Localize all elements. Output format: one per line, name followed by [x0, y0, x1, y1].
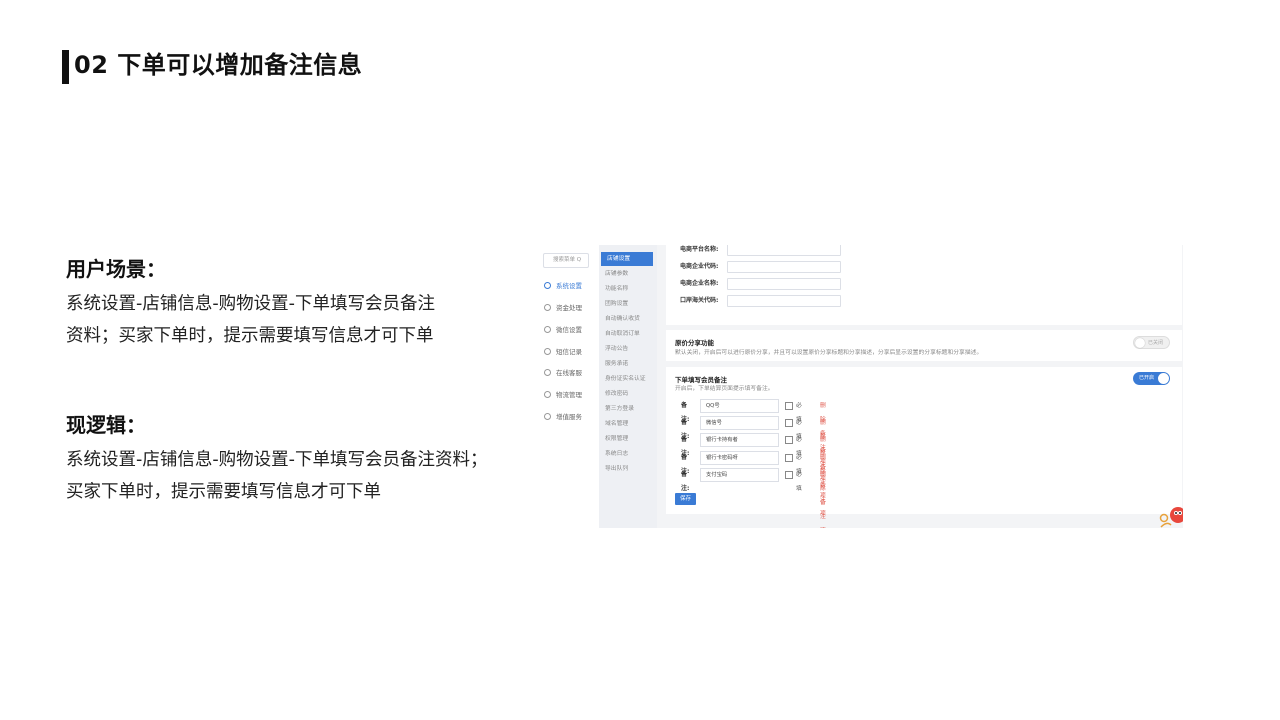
secondary-sidebar: 店铺设置 店铺参数 功能名称 团购设置 自动确认收货 自动取消订单 浮动公告 服… — [599, 245, 657, 528]
subnav-item[interactable]: 浮动公告 — [599, 342, 657, 356]
menu-search-input[interactable]: 搜索菜单 Q — [543, 253, 589, 268]
remark-input[interactable]: 银行卡持有者 — [700, 433, 779, 447]
logic-section: 现逻辑： 系统设置-店铺信息-购物设置-下单填写会员备注资料； 买家下单时，提示… — [66, 410, 526, 508]
field-label: 口岸海关代码: — [680, 297, 719, 304]
required-checkbox[interactable] — [785, 402, 793, 410]
nav-item-label: 短信记录 — [556, 348, 582, 356]
scenario-line: 系统设置-店铺信息-购物设置-下单填写会员备注 — [66, 294, 435, 314]
subnav-item[interactable]: 自动取消订单 — [599, 327, 657, 341]
subnav-item[interactable]: 第三方登录 — [599, 402, 657, 416]
nav-item-label: 系统设置 — [556, 282, 582, 290]
field-label: 电商企业名称: — [680, 280, 719, 287]
share-desc: 默认关闭，开启后可以进行原价分享，并且可以设置原价分享标题和分享描述，分享后显示… — [675, 350, 983, 356]
save-button[interactable]: 保存 — [675, 493, 696, 505]
logic-line: 买家下单时，提示需要填写信息才可下单 — [66, 482, 381, 502]
remark-input[interactable]: QQ号 — [700, 399, 779, 413]
logic-line: 系统设置-店铺信息-购物设置-下单填写会员备注资料； — [66, 450, 488, 470]
nav-item-sms[interactable]: 短信记录 — [537, 342, 599, 362]
remark-input[interactable]: 银行卡密码呀 — [700, 451, 779, 465]
remark-toggle[interactable]: 已开启 — [1133, 372, 1170, 385]
admin-screenshot: 搜索菜单 Q 系统设置 资金处理 微信设置 短信记录 在线客服 物流管理 增值服… — [537, 245, 1183, 528]
subnav-item[interactable]: 身份证实名认证 — [599, 372, 657, 386]
nav-item-label: 增值服务 — [556, 413, 582, 421]
field-label: 电商企业代码: — [680, 263, 719, 270]
service-icon — [544, 369, 551, 376]
nav-item-label: 物流管理 — [556, 391, 582, 399]
addon-icon — [544, 413, 551, 420]
nav-item-funds[interactable]: 资金处理 — [537, 298, 599, 318]
toggle-label: 已关闭 — [1148, 340, 1164, 346]
nav-item-system-settings[interactable]: 系统设置 — [537, 276, 599, 296]
subnav-item[interactable]: 域名管理 — [599, 417, 657, 431]
required-checkbox[interactable] — [785, 471, 793, 479]
required-checkbox[interactable] — [785, 419, 793, 427]
message-icon — [544, 348, 551, 355]
subnav-item[interactable]: 自动确认收货 — [599, 312, 657, 326]
remark-input[interactable]: 支付宝码 — [700, 468, 779, 482]
subnav-item[interactable]: 权限管理 — [599, 432, 657, 446]
platform-name-input[interactable] — [727, 245, 841, 256]
wechat-icon — [544, 326, 551, 333]
toggle-knob — [1158, 373, 1169, 384]
subnav-item[interactable]: 导出队列 — [599, 462, 657, 476]
toggle-knob — [1135, 338, 1145, 348]
scenario-line: 资料；买家下单时，提示需要填写信息才可下单 — [66, 326, 434, 346]
required-checkbox[interactable] — [785, 436, 793, 444]
subnav-item[interactable]: 功能名称 — [599, 282, 657, 296]
subnav-item[interactable]: 系统日志 — [599, 447, 657, 461]
subnav-item[interactable]: 店铺设置 — [601, 252, 653, 266]
nav-item-addons[interactable]: 增值服务 — [537, 407, 599, 427]
subnav-item[interactable]: 服务承诺 — [599, 357, 657, 371]
share-card: 原价分享功能 默认关闭，开启后可以进行原价分享，并且可以设置原价分享标题和分享描… — [666, 330, 1182, 361]
customs-card: 电商平台名称: 电商企业代码: 电商企业名称: 口岸海关代码: — [666, 245, 1182, 325]
truck-icon — [544, 391, 551, 398]
logic-heading: 现逻辑： — [66, 413, 146, 437]
required-label: 必填 — [796, 472, 802, 492]
toggle-label: 已开启 — [1139, 375, 1155, 381]
nav-item-label: 资金处理 — [556, 304, 582, 312]
delete-remark-link[interactable]: 删除备注项 — [820, 468, 826, 528]
subnav-item[interactable]: 团购设置 — [599, 297, 657, 311]
gear-icon — [544, 282, 551, 289]
title-accent-bar — [62, 50, 69, 84]
remark-input[interactable]: 微信号 — [700, 416, 779, 430]
company-code-input[interactable] — [727, 261, 841, 273]
company-name-input[interactable] — [727, 278, 841, 290]
primary-sidebar: 搜索菜单 Q 系统设置 资金处理 微信设置 短信记录 在线客服 物流管理 增值服… — [537, 245, 599, 528]
required-checkbox[interactable] — [785, 454, 793, 462]
share-toggle[interactable]: 已关闭 — [1133, 336, 1170, 349]
slide-title: 02 下单可以增加备注信息 — [74, 51, 363, 79]
subnav-item[interactable]: 修改密码 — [599, 387, 657, 401]
nav-item-wechat[interactable]: 微信设置 — [537, 320, 599, 340]
share-title: 原价分享功能 — [675, 339, 714, 347]
remark-card: 下单填写会员备注 开启后，下单结算页面提示填写备注。 已开启 备注: QQ号 必… — [666, 367, 1182, 520]
remark-label: 备注: — [681, 471, 690, 492]
money-icon — [544, 304, 551, 311]
remark-desc: 开启后，下单结算页面提示填写备注。 — [675, 386, 774, 392]
nav-item-service[interactable]: 在线客服 — [537, 363, 599, 383]
mascot-icon[interactable] — [1157, 503, 1183, 528]
scenario-heading: 用户场景： — [66, 257, 166, 281]
nav-item-label: 在线客服 — [556, 369, 582, 377]
nav-item-label: 微信设置 — [556, 326, 582, 334]
scenario-section: 用户场景： 系统设置-店铺信息-购物设置-下单填写会员备注 资料；买家下单时，提… — [66, 254, 526, 352]
field-label: 电商平台名称: — [680, 246, 719, 253]
subnav-item[interactable]: 店铺参数 — [599, 267, 657, 281]
customs-code-input[interactable] — [727, 295, 841, 307]
nav-item-logistics[interactable]: 物流管理 — [537, 385, 599, 405]
